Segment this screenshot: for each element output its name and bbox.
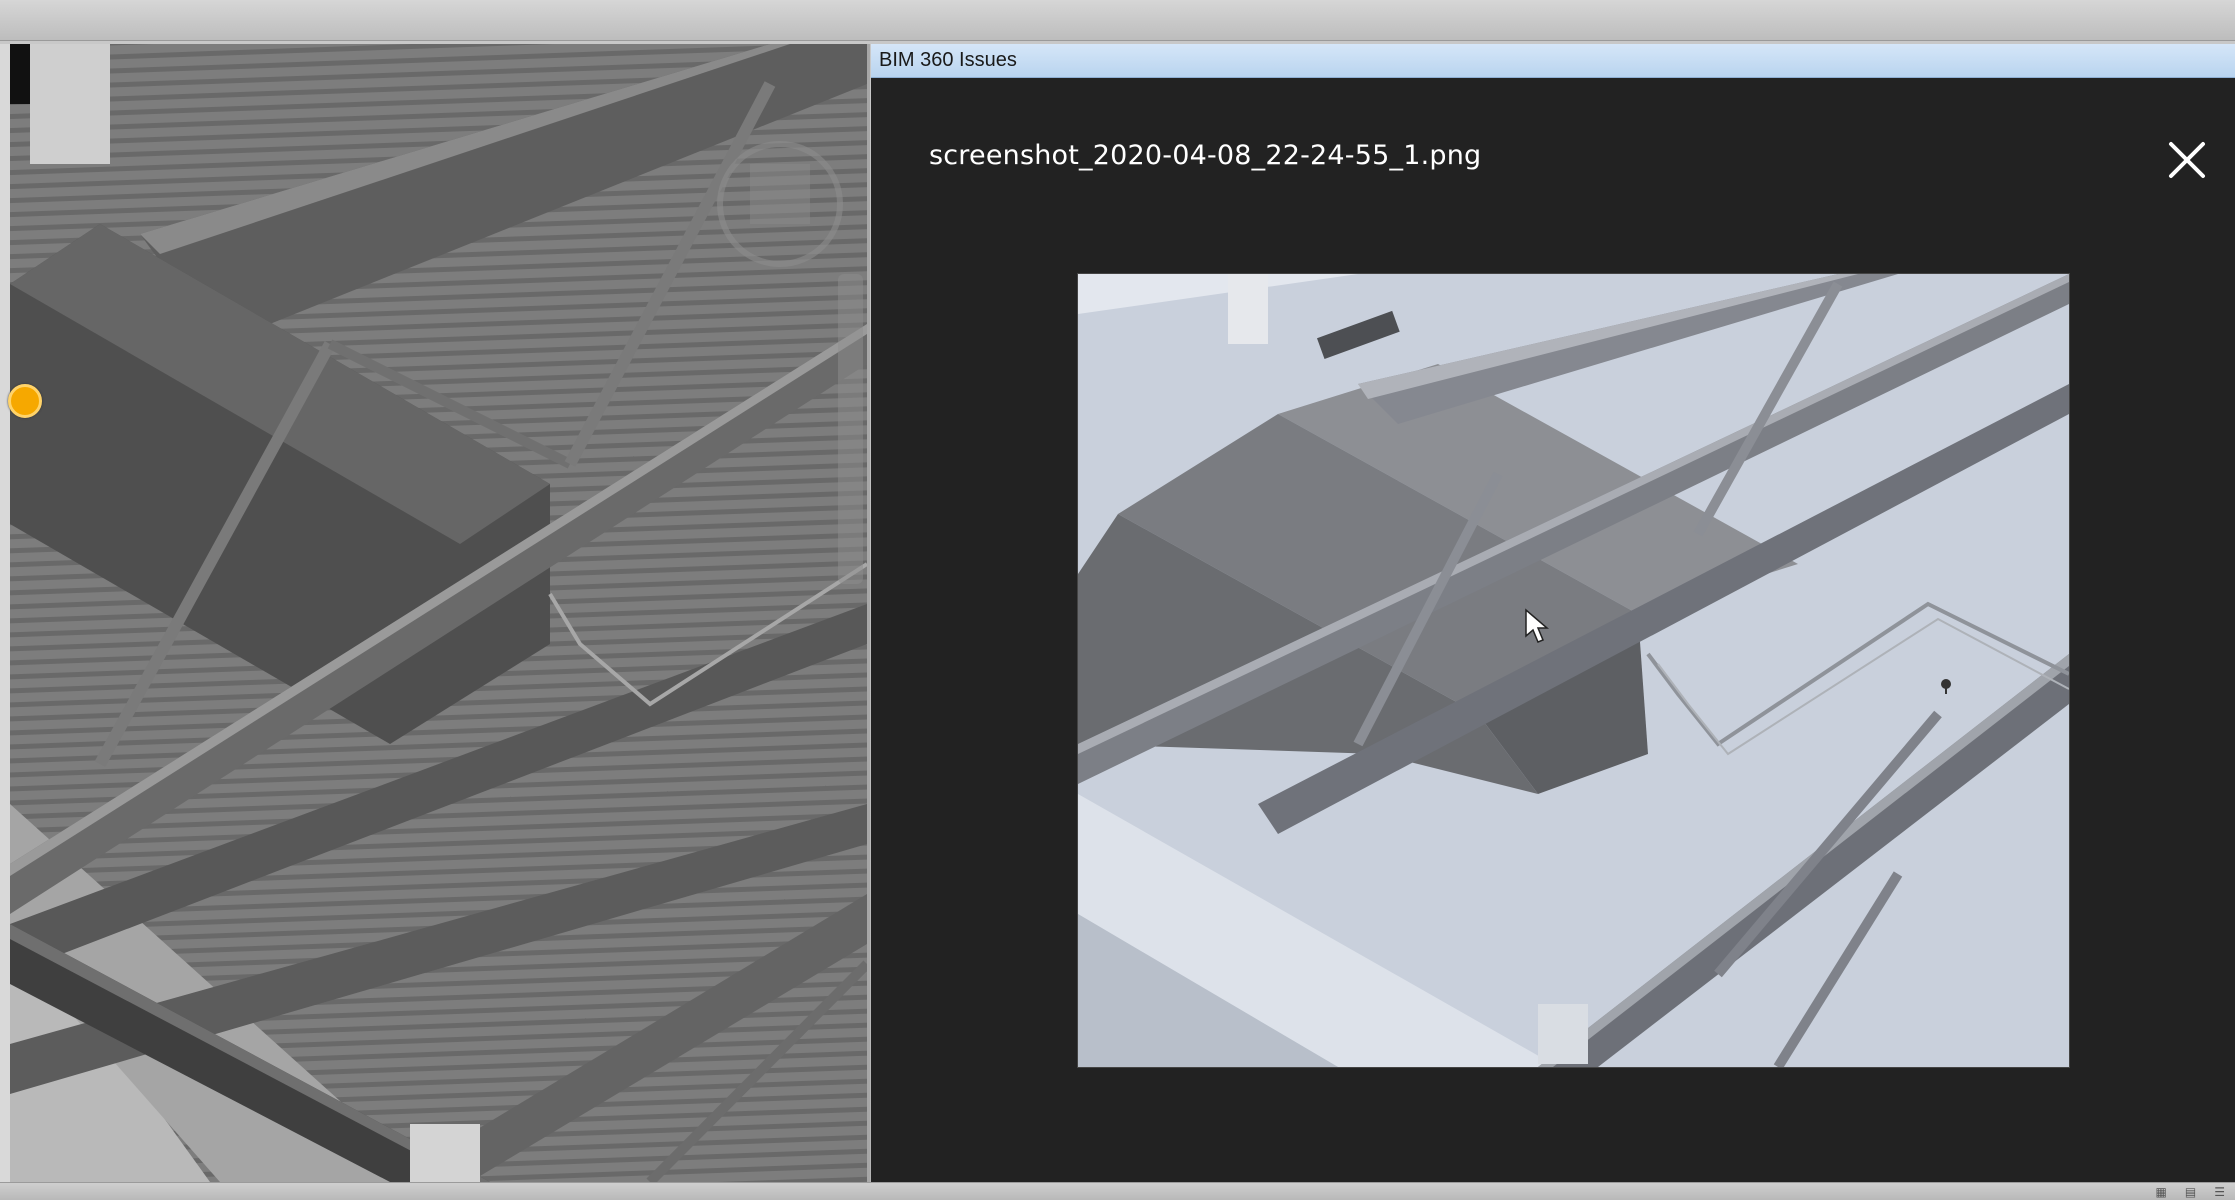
left-edge-strip (0, 44, 10, 1182)
model-viewport[interactable] (10, 44, 870, 1182)
application-window: BIM 360 Issues screenshot_2020-04-08_22-… (0, 0, 2235, 1200)
panel-title: BIM 360 Issues (879, 49, 1017, 71)
status-sheet-icon[interactable]: ▤ (2185, 1185, 2196, 1199)
status-list-icon[interactable]: ☰ (2214, 1185, 2225, 1199)
bim360-issues-panel: BIM 360 Issues screenshot_2020-04-08_22-… (871, 44, 2235, 1182)
status-bar: ▦ ▤ ☰ (0, 1182, 2235, 1200)
screenshot-preview-image (1078, 274, 2069, 1067)
issue-marker-pin[interactable] (8, 384, 42, 418)
status-grid-icon[interactable]: ▦ (2156, 1185, 2167, 1199)
close-icon (2169, 142, 2205, 178)
panel-titlebar: BIM 360 Issues (871, 44, 2235, 78)
close-button[interactable] (2161, 134, 2213, 186)
status-bar-controls: ▦ ▤ ☰ (2156, 1183, 2225, 1200)
model-viewport-render (10, 44, 867, 1182)
top-chrome (0, 0, 2235, 41)
screenshot-preview-render (1078, 274, 2069, 1067)
image-file-name: screenshot_2020-04-08_22-24-55_1.png (929, 140, 1482, 171)
